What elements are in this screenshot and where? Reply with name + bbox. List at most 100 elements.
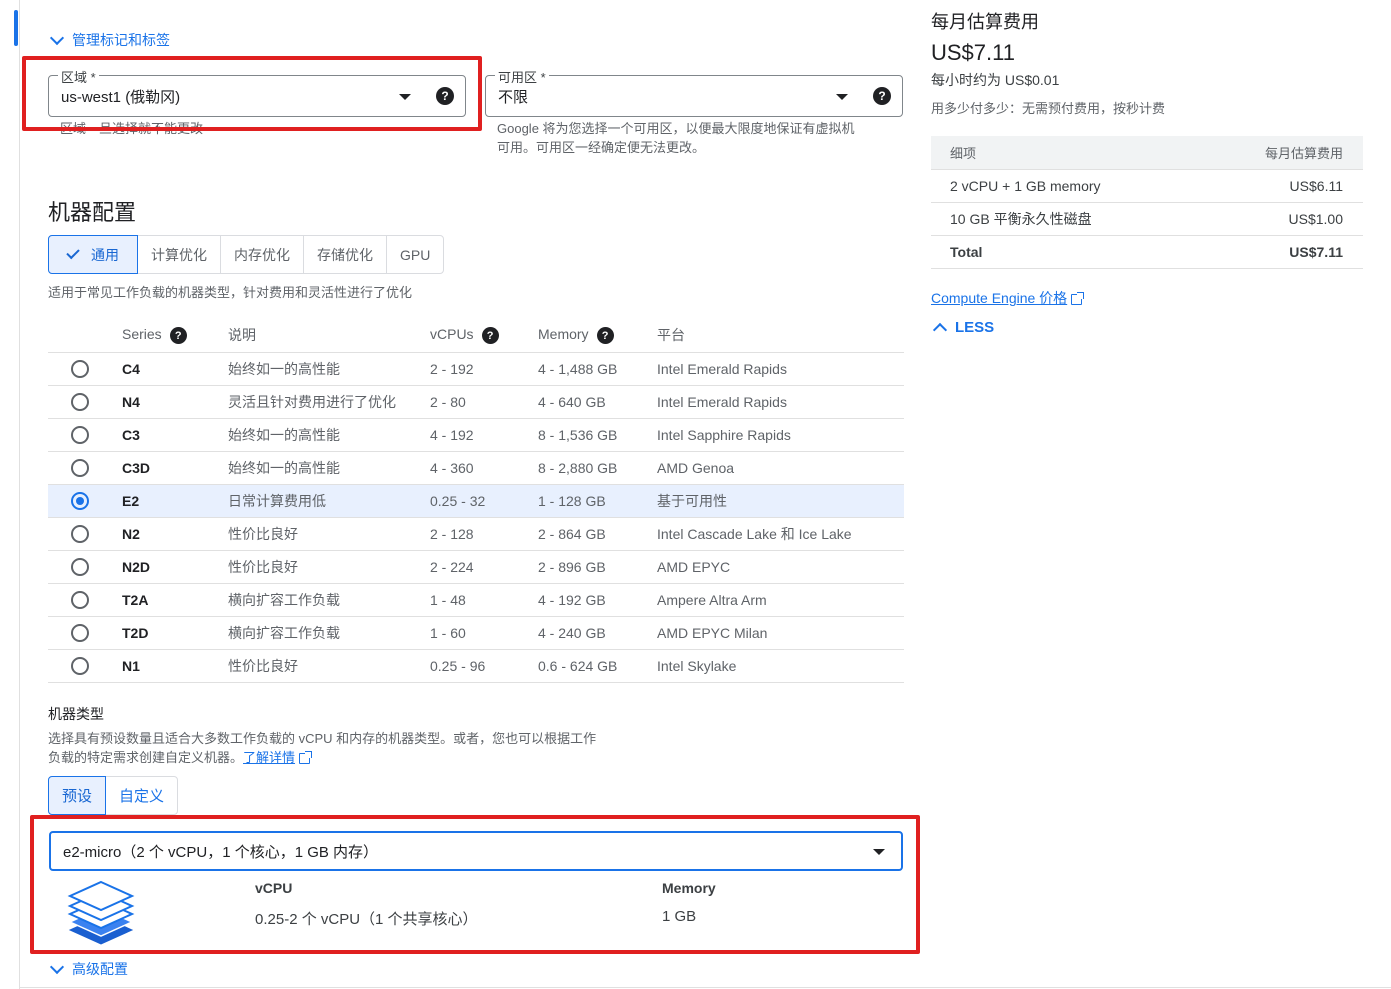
series-vcpus: 2 - 128 bbox=[430, 517, 538, 551]
series-platform: Intel Cascade Lake 和 Ice Lake bbox=[657, 517, 904, 551]
series-radio bbox=[48, 550, 122, 584]
series-table: Series? 说明 vCPUs? Memory? 平台 C4 始终如一的高性能 2… bbox=[48, 319, 904, 683]
machine-family-tabs: 通用 计算优化 内存优化 存储优化 GPU bbox=[48, 235, 445, 274]
series-platform: Intel Emerald Rapids bbox=[657, 352, 904, 386]
series-memory: 4 - 1,488 GB bbox=[538, 352, 657, 386]
series-memory: 4 - 240 GB bbox=[538, 616, 657, 650]
help-icon[interactable]: ? bbox=[169, 327, 187, 345]
cost-row-value: US$6.11 bbox=[1289, 178, 1343, 194]
cost-header-item: 细项 bbox=[950, 146, 977, 161]
tab-label: 通用 bbox=[91, 246, 119, 263]
machine-type-tabs: 预设 自定义 bbox=[48, 776, 179, 815]
tab-storage-optimized[interactable]: 存储优化 bbox=[304, 236, 387, 273]
tab-memory-optimized[interactable]: 内存优化 bbox=[221, 236, 304, 273]
tab-label: 存储优化 bbox=[317, 246, 373, 263]
series-platform: AMD EPYC Milan bbox=[657, 616, 904, 650]
series-memory: 2 - 864 GB bbox=[538, 517, 657, 551]
dropdown-arrow-icon[interactable] bbox=[836, 94, 848, 100]
tab-compute-optimized[interactable]: 计算优化 bbox=[138, 236, 221, 273]
less-button[interactable]: LESS bbox=[931, 319, 995, 337]
zone-hint: Google 将为您选择一个可用区，以便最大限度地保证有虚拟机 可用。可用区一经… bbox=[497, 119, 855, 157]
radio-button[interactable] bbox=[71, 557, 89, 576]
series-radio bbox=[48, 517, 122, 551]
series-description: 始终如一的高性能 bbox=[228, 352, 430, 386]
zone-field[interactable]: 可用区 * 不限 ? bbox=[485, 67, 903, 117]
pricing-link[interactable]: Compute Engine 价格 bbox=[931, 288, 1085, 308]
radio-button[interactable] bbox=[71, 590, 89, 609]
zone-hint-line2: 可用。可用区一经确定便无法更改。 bbox=[497, 140, 706, 155]
machine-type-title: 机器类型 bbox=[48, 706, 104, 722]
cost-header-cost: 每月估算费用 bbox=[1264, 146, 1343, 161]
advanced-config-expander[interactable]: 高级配置 bbox=[48, 959, 128, 979]
machine-config-description: 适用于常见工作负载的机器类型，针对费用和灵活性进行了优化 bbox=[48, 285, 413, 300]
machine-config-title: 机器配置 bbox=[48, 200, 137, 225]
tab-label: 自定义 bbox=[119, 788, 165, 805]
cost-title: 每月估算费用 bbox=[931, 12, 1039, 32]
series-radio bbox=[48, 616, 122, 650]
labels-expander-label: 管理标记和标签 bbox=[72, 32, 170, 48]
radio-button[interactable] bbox=[71, 623, 89, 642]
series-description: 日常计算费用低 bbox=[228, 484, 430, 518]
series-name: E2 bbox=[122, 484, 228, 518]
series-row-n1[interactable]: N1 性价比良好 0.25 - 96 0.6 - 624 GB Intel Skylak… bbox=[48, 649, 904, 683]
tab-gpu[interactable]: GPU bbox=[387, 236, 443, 273]
series-platform: Ampere Altra Arm bbox=[657, 583, 904, 617]
series-description: 横向扩容工作负载 bbox=[228, 583, 430, 617]
series-row-t2a[interactable]: T2A 横向扩容工作负载 1 - 48 4 - 192 GB Ampere Altra … bbox=[48, 583, 904, 617]
series-radio bbox=[48, 484, 122, 518]
tab-custom[interactable]: 自定义 bbox=[106, 777, 177, 814]
cost-row: 10 GB 平衡永久性磁盘 US$1.00 bbox=[931, 203, 1363, 236]
series-memory: 2 - 896 GB bbox=[538, 550, 657, 584]
series-row-n2[interactable]: N2 性价比良好 2 - 128 2 - 864 GB Intel Cascade La… bbox=[48, 517, 904, 551]
machine-type-description: 选择具有预设数量且适合大多数工作负载的 vCPU 和内存的机器类型。或者，您也可… bbox=[48, 729, 596, 767]
help-icon[interactable]: ? bbox=[873, 87, 891, 105]
series-row-c3[interactable]: C3 始终如一的高性能 4 - 192 8 - 1,536 GB Intel Sapph… bbox=[48, 418, 904, 452]
series-name: C4 bbox=[122, 352, 228, 386]
tab-label: 预设 bbox=[62, 788, 93, 805]
series-description: 性价比良好 bbox=[228, 517, 430, 551]
radio-button[interactable] bbox=[71, 425, 89, 444]
series-radio bbox=[48, 583, 122, 617]
radio-button[interactable] bbox=[71, 656, 89, 675]
labels-expander[interactable]: 管理标记和标签 bbox=[48, 30, 170, 50]
series-row-c4[interactable]: C4 始终如一的高性能 2 - 192 4 - 1,488 GB Intel Emera… bbox=[48, 352, 904, 386]
series-vcpus: 1 - 60 bbox=[430, 616, 538, 650]
series-description: 灵活且针对费用进行了优化 bbox=[228, 385, 430, 419]
radio-button[interactable] bbox=[71, 359, 89, 378]
radio-button[interactable] bbox=[71, 491, 89, 510]
help-icon[interactable]: ? bbox=[596, 327, 614, 345]
series-name: C3D bbox=[122, 451, 228, 485]
series-name: C3 bbox=[122, 418, 228, 452]
series-memory: 0.6 - 624 GB bbox=[538, 649, 657, 683]
series-name: T2D bbox=[122, 616, 228, 650]
radio-button[interactable] bbox=[71, 458, 89, 477]
series-row-e2[interactable]: E2 日常计算费用低 0.25 - 32 1 - 128 GB 基于可用性 bbox=[48, 484, 904, 518]
series-radio bbox=[48, 418, 122, 452]
rail-indicator bbox=[14, 10, 18, 46]
series-row-n4[interactable]: N4 灵活且针对费用进行了优化 2 - 80 4 - 640 GB Intel Emer… bbox=[48, 385, 904, 419]
series-memory: 4 - 192 GB bbox=[538, 583, 657, 617]
tab-label: 计算优化 bbox=[151, 246, 207, 263]
cost-hourly: 每小时约为 US$0.01 bbox=[931, 72, 1060, 88]
tab-preset[interactable]: 预设 bbox=[48, 776, 107, 815]
help-icon[interactable]: ? bbox=[481, 327, 499, 345]
header-series: Series? bbox=[122, 319, 228, 353]
cost-amount: US$7.11 bbox=[931, 40, 1015, 65]
series-row-n2d[interactable]: N2D 性价比良好 2 - 224 2 - 896 GB AMD EPYC bbox=[48, 550, 904, 584]
radio-button[interactable] bbox=[71, 392, 89, 411]
series-name: N2D bbox=[122, 550, 228, 584]
series-row-t2d[interactable]: T2D 横向扩容工作负载 1 - 60 4 - 240 GB AMD EPYC Mila… bbox=[48, 616, 904, 650]
series-memory: 8 - 1,536 GB bbox=[538, 418, 657, 452]
series-vcpus: 0.25 - 96 bbox=[430, 649, 538, 683]
tab-general-purpose[interactable]: 通用 bbox=[48, 235, 138, 274]
series-row-c3d[interactable]: C3D 始终如一的高性能 4 - 360 8 - 2,880 GB AMD Genoa bbox=[48, 451, 904, 485]
cost-table: 细项 每月估算费用 2 vCPU + 1 GB memory US$6.11 1… bbox=[931, 136, 1363, 269]
series-vcpus: 4 - 192 bbox=[430, 418, 538, 452]
series-platform: AMD Genoa bbox=[657, 451, 904, 485]
series-vcpus: 2 - 192 bbox=[430, 352, 538, 386]
series-name: N4 bbox=[122, 385, 228, 419]
series-platform: Intel Sapphire Rapids bbox=[657, 418, 904, 452]
learn-more-link[interactable]: 了解详情 bbox=[243, 750, 295, 765]
radio-button[interactable] bbox=[71, 524, 89, 543]
less-label: LESS bbox=[955, 319, 995, 336]
